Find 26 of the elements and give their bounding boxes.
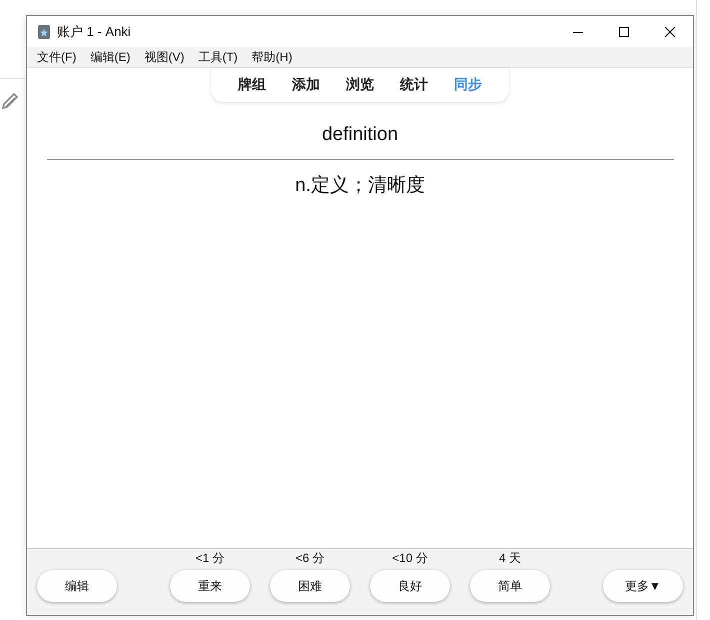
interval-label: <10 分 [392, 550, 428, 567]
menu-item[interactable]: 编辑(E) [90, 48, 130, 66]
answer-button[interactable]: 重来 [170, 570, 250, 602]
toolbar-tab[interactable]: 添加 [281, 74, 331, 96]
menu-item[interactable]: 工具(T) [198, 48, 238, 66]
menu-item[interactable]: 帮助(H) [252, 48, 292, 66]
card-question: definition [322, 124, 398, 146]
answer-button[interactable]: 良好 [370, 570, 450, 602]
menu-item[interactable]: 视图(V) [144, 48, 184, 66]
maximize-icon[interactable] [618, 26, 630, 38]
app-icon [37, 24, 51, 40]
menu-item[interactable]: 文件(F) [37, 48, 76, 66]
edit-button[interactable]: 编辑 [37, 570, 117, 602]
pencil-icon[interactable] [0, 91, 20, 111]
toolbar-tab[interactable]: 牌组 [227, 74, 277, 96]
window-title: 账户 1 - Anki [57, 22, 132, 40]
interval-label: <1 分 [195, 550, 224, 567]
close-icon[interactable] [664, 26, 676, 38]
card-answer: n.定义；清晰度 [295, 174, 425, 198]
interval-label: 4 天 [498, 550, 521, 567]
answer-button[interactable]: 困难 [270, 570, 350, 602]
answer-button[interactable]: 简单 [470, 570, 550, 602]
more-button[interactable]: 更多▼ [603, 570, 683, 602]
toolbar-tab[interactable]: 浏览 [335, 74, 385, 96]
interval-label: <6 分 [295, 550, 324, 567]
toolbar-tab[interactable]: 统计 [389, 74, 439, 96]
